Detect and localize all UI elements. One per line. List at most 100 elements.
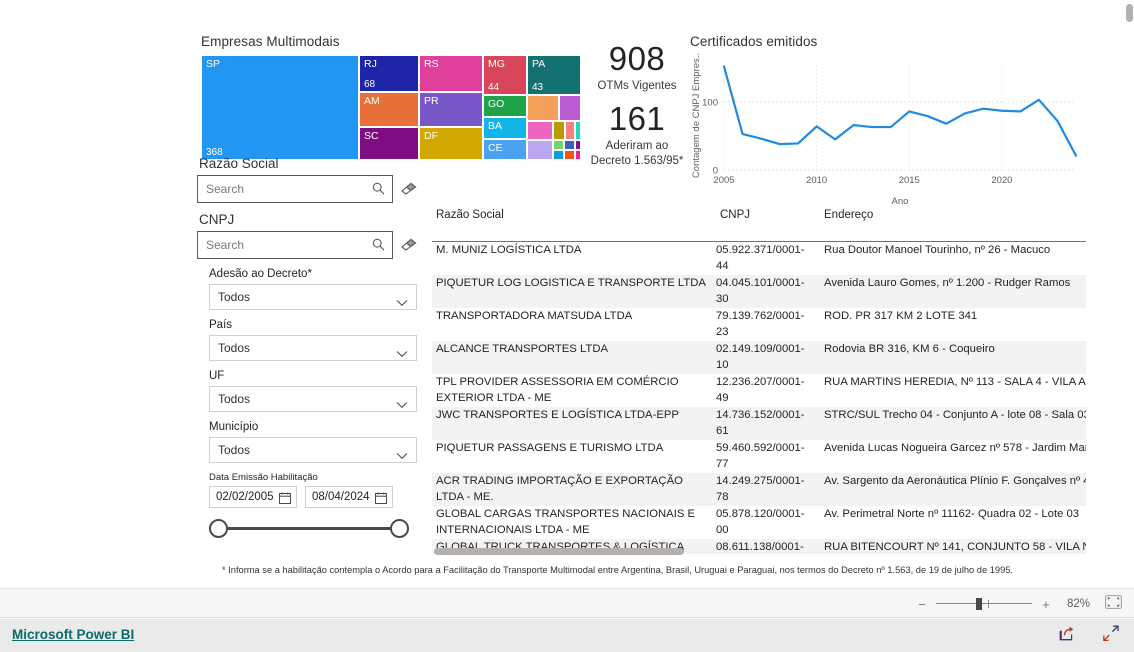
treemap-tile-ba[interactable]: BA [483, 117, 527, 139]
zoom-in-button[interactable]: + [1041, 597, 1051, 612]
chevron-down-icon[interactable] [396, 345, 408, 363]
footer-action-icons [1058, 619, 1120, 652]
treemap-tile[interactable] [575, 140, 581, 150]
treemap-tile[interactable] [527, 140, 553, 160]
treemap-tile-pa[interactable]: PA 43 [527, 55, 581, 95]
line-chart-plot[interactable]: 0 100 2005 2010 2015 2020 Ano Contagem de CNPJ … [690, 53, 1084, 208]
table-row[interactable]: TPL PROVIDER ASSESSORIA EM COMÉRCIO EXTE… [432, 374, 1086, 407]
dropdown-slicer-2[interactable]: Todos [209, 386, 417, 412]
treemap-tile-ce[interactable]: CE [483, 139, 527, 160]
treemap-tile-rs[interactable]: RS [419, 55, 483, 92]
table-row[interactable]: M. MUNIZ LOGÍSTICA LTDA 05.922.371/0001-4… [432, 242, 1086, 275]
treemap-tile-label: RJ [364, 58, 377, 70]
razao-social-search-box[interactable] [197, 175, 393, 203]
table-row[interactable]: PIQUETUR LOG LOGISTICA E TRANSPORTE LTDA… [432, 275, 1086, 308]
treemap-tile[interactable] [565, 121, 575, 140]
treemap-tile-label: PR [424, 95, 439, 107]
table-cell-razao-social: JWC TRANSPORTES E LOGÍSTICA LTDA-EPP [436, 409, 679, 421]
svg-text:2010: 2010 [806, 175, 827, 186]
table-vertical-scrollbar[interactable] [1126, 4, 1133, 350]
treemap-visual: Empresas Multimodais SP 368 RJ 68 AM SC RS PR DF… [201, 34, 583, 160]
dropdown-wrapper-2: Todos [209, 386, 429, 412]
date-end-field[interactable]: 08/04/2024 [305, 486, 393, 508]
zoom-slider[interactable] [936, 597, 1032, 611]
dropdown-label-1: País [209, 319, 233, 331]
zoom-slider-track [936, 603, 1032, 604]
table-cell-razao-social: ALCANCE TRANSPORTES LTDA [436, 343, 609, 355]
calendar-icon[interactable] [279, 491, 291, 509]
treemap-tile-pr[interactable]: PR [419, 92, 483, 127]
chevron-down-icon[interactable] [396, 396, 408, 414]
treemap-tile[interactable] [527, 121, 553, 140]
companies-table: Razão Social CNPJ Endereço M. MUNIZ LOGÍ… [432, 204, 1086, 554]
table-column-header-cnpj[interactable]: CNPJ [720, 209, 750, 221]
razao-social-slicer-label: Razão Social [199, 156, 279, 171]
table-cell-razao-social: PIQUETUR PASSAGENS E TURISMO LTDA [436, 442, 664, 454]
date-range-slider[interactable] [209, 517, 409, 541]
treemap-tile[interactable] [559, 95, 581, 121]
svg-text:2020: 2020 [991, 175, 1012, 186]
razao-social-search-input[interactable] [198, 176, 392, 202]
clear-filter-eraser-icon[interactable] [401, 238, 418, 253]
table-horizontal-scrollbar[interactable] [434, 548, 1082, 556]
table-horizontal-scrollbar-thumb[interactable] [434, 548, 684, 555]
table-row[interactable]: ALCANCE TRANSPORTES LTDA 02.149.109/0001-… [432, 341, 1086, 374]
dropdown-slicers: Adesão ao Decreto* Todos País Todos UF Todos M… [197, 268, 429, 463]
dropdown-wrapper-3: Todos [209, 437, 429, 463]
date-start-field[interactable]: 02/02/2005 [209, 486, 297, 508]
report-footer: Microsoft Power BI [0, 619, 1134, 652]
date-end-value: 08/04/2024 [312, 491, 370, 503]
treemap-tile[interactable] [564, 150, 575, 160]
treemap-tile-label: AM [364, 95, 380, 107]
microsoft-power-bi-link[interactable]: Microsoft Power BI [12, 627, 134, 642]
treemap-tile-go[interactable]: GO [483, 95, 527, 117]
cnpj-search-box[interactable] [197, 231, 393, 259]
table-row[interactable]: ACR TRADING IMPORTAÇÃO E EXPORTAÇÃO LTDA… [432, 473, 1086, 506]
treemap-tile[interactable] [575, 121, 581, 140]
treemap-tile-label: GO [488, 98, 505, 110]
table-cell-cnpj: 04.045.101/0001-30 [716, 277, 805, 305]
treemap-tile-rj[interactable]: RJ 68 [359, 55, 419, 92]
treemap-tile[interactable] [553, 140, 564, 150]
dropdown-slicer-3[interactable]: Todos [209, 437, 417, 463]
treemap-tile[interactable] [553, 121, 565, 140]
table-vertical-scrollbar-thumb[interactable] [1126, 4, 1133, 22]
table-column-header-razao-social[interactable]: Razão Social [436, 209, 504, 221]
calendar-icon[interactable] [375, 491, 387, 509]
treemap-tile[interactable] [527, 95, 559, 121]
chevron-down-icon[interactable] [396, 447, 408, 465]
kpi-aderiram-decreto-label-line2: Decreto 1.563/95* [590, 155, 684, 167]
treemap-tile[interactable] [553, 150, 564, 160]
treemap-plot[interactable]: SP 368 RJ 68 AM SC RS PR DF MG 44 GO BA CE PA 43 [201, 55, 581, 160]
treemap-tile[interactable] [575, 150, 581, 160]
treemap-tile-mg[interactable]: MG 44 [483, 55, 527, 95]
treemap-tile-sp[interactable]: SP 368 [201, 55, 359, 160]
dropdown-slicer-0[interactable]: Todos [209, 284, 417, 310]
fit-to-screen-icon[interactable] [1105, 594, 1122, 614]
clear-filter-eraser-icon[interactable] [401, 182, 418, 197]
fullscreen-icon[interactable] [1102, 625, 1120, 647]
treemap-tile-am[interactable]: AM [359, 92, 419, 127]
cnpj-search-input[interactable] [198, 232, 392, 258]
table-row[interactable]: TRANSPORTADORA MATSUDA LTDA 79.139.762/00… [432, 308, 1086, 341]
zoom-out-button[interactable]: − [917, 597, 927, 612]
share-icon[interactable] [1058, 625, 1076, 647]
treemap-tile[interactable] [564, 140, 575, 150]
table-row[interactable]: PIQUETUR PASSAGENS E TURISMO LTDA 59.460.… [432, 440, 1086, 473]
dropdown-slicer-1[interactable]: Todos [209, 335, 417, 361]
date-range-slider-handle-right[interactable] [390, 519, 409, 538]
table-row[interactable]: JWC TRANSPORTES E LOGÍSTICA LTDA-EPP 14.7… [432, 407, 1086, 440]
dropdown-value-3: Todos [218, 443, 251, 457]
table-cell-cnpj: 14.736.152/0001-61 [716, 409, 805, 437]
table-row[interactable]: GLOBAL CARGAS TRANSPORTES NACIONAIS E IN… [432, 506, 1086, 539]
search-icon [372, 182, 385, 200]
footnote-text: * Informa se a habilitação contempla o A… [222, 565, 1013, 575]
chevron-down-icon[interactable] [396, 294, 408, 312]
table-body: M. MUNIZ LOGÍSTICA LTDA 05.922.371/0001-4… [432, 242, 1086, 554]
date-range-slider-handle-left[interactable] [209, 519, 228, 538]
zoom-slider-thumb[interactable] [976, 598, 982, 610]
treemap-tile-value: 44 [488, 82, 500, 93]
table-cell-endereco: ROD. PR 317 KM 2 LOTE 341 [824, 310, 978, 322]
table-cell-endereco: Rua Doutor Manoel Tourinho, nº 26 - Macu… [824, 244, 1051, 256]
table-column-header-endereco[interactable]: Endereço [824, 209, 873, 221]
